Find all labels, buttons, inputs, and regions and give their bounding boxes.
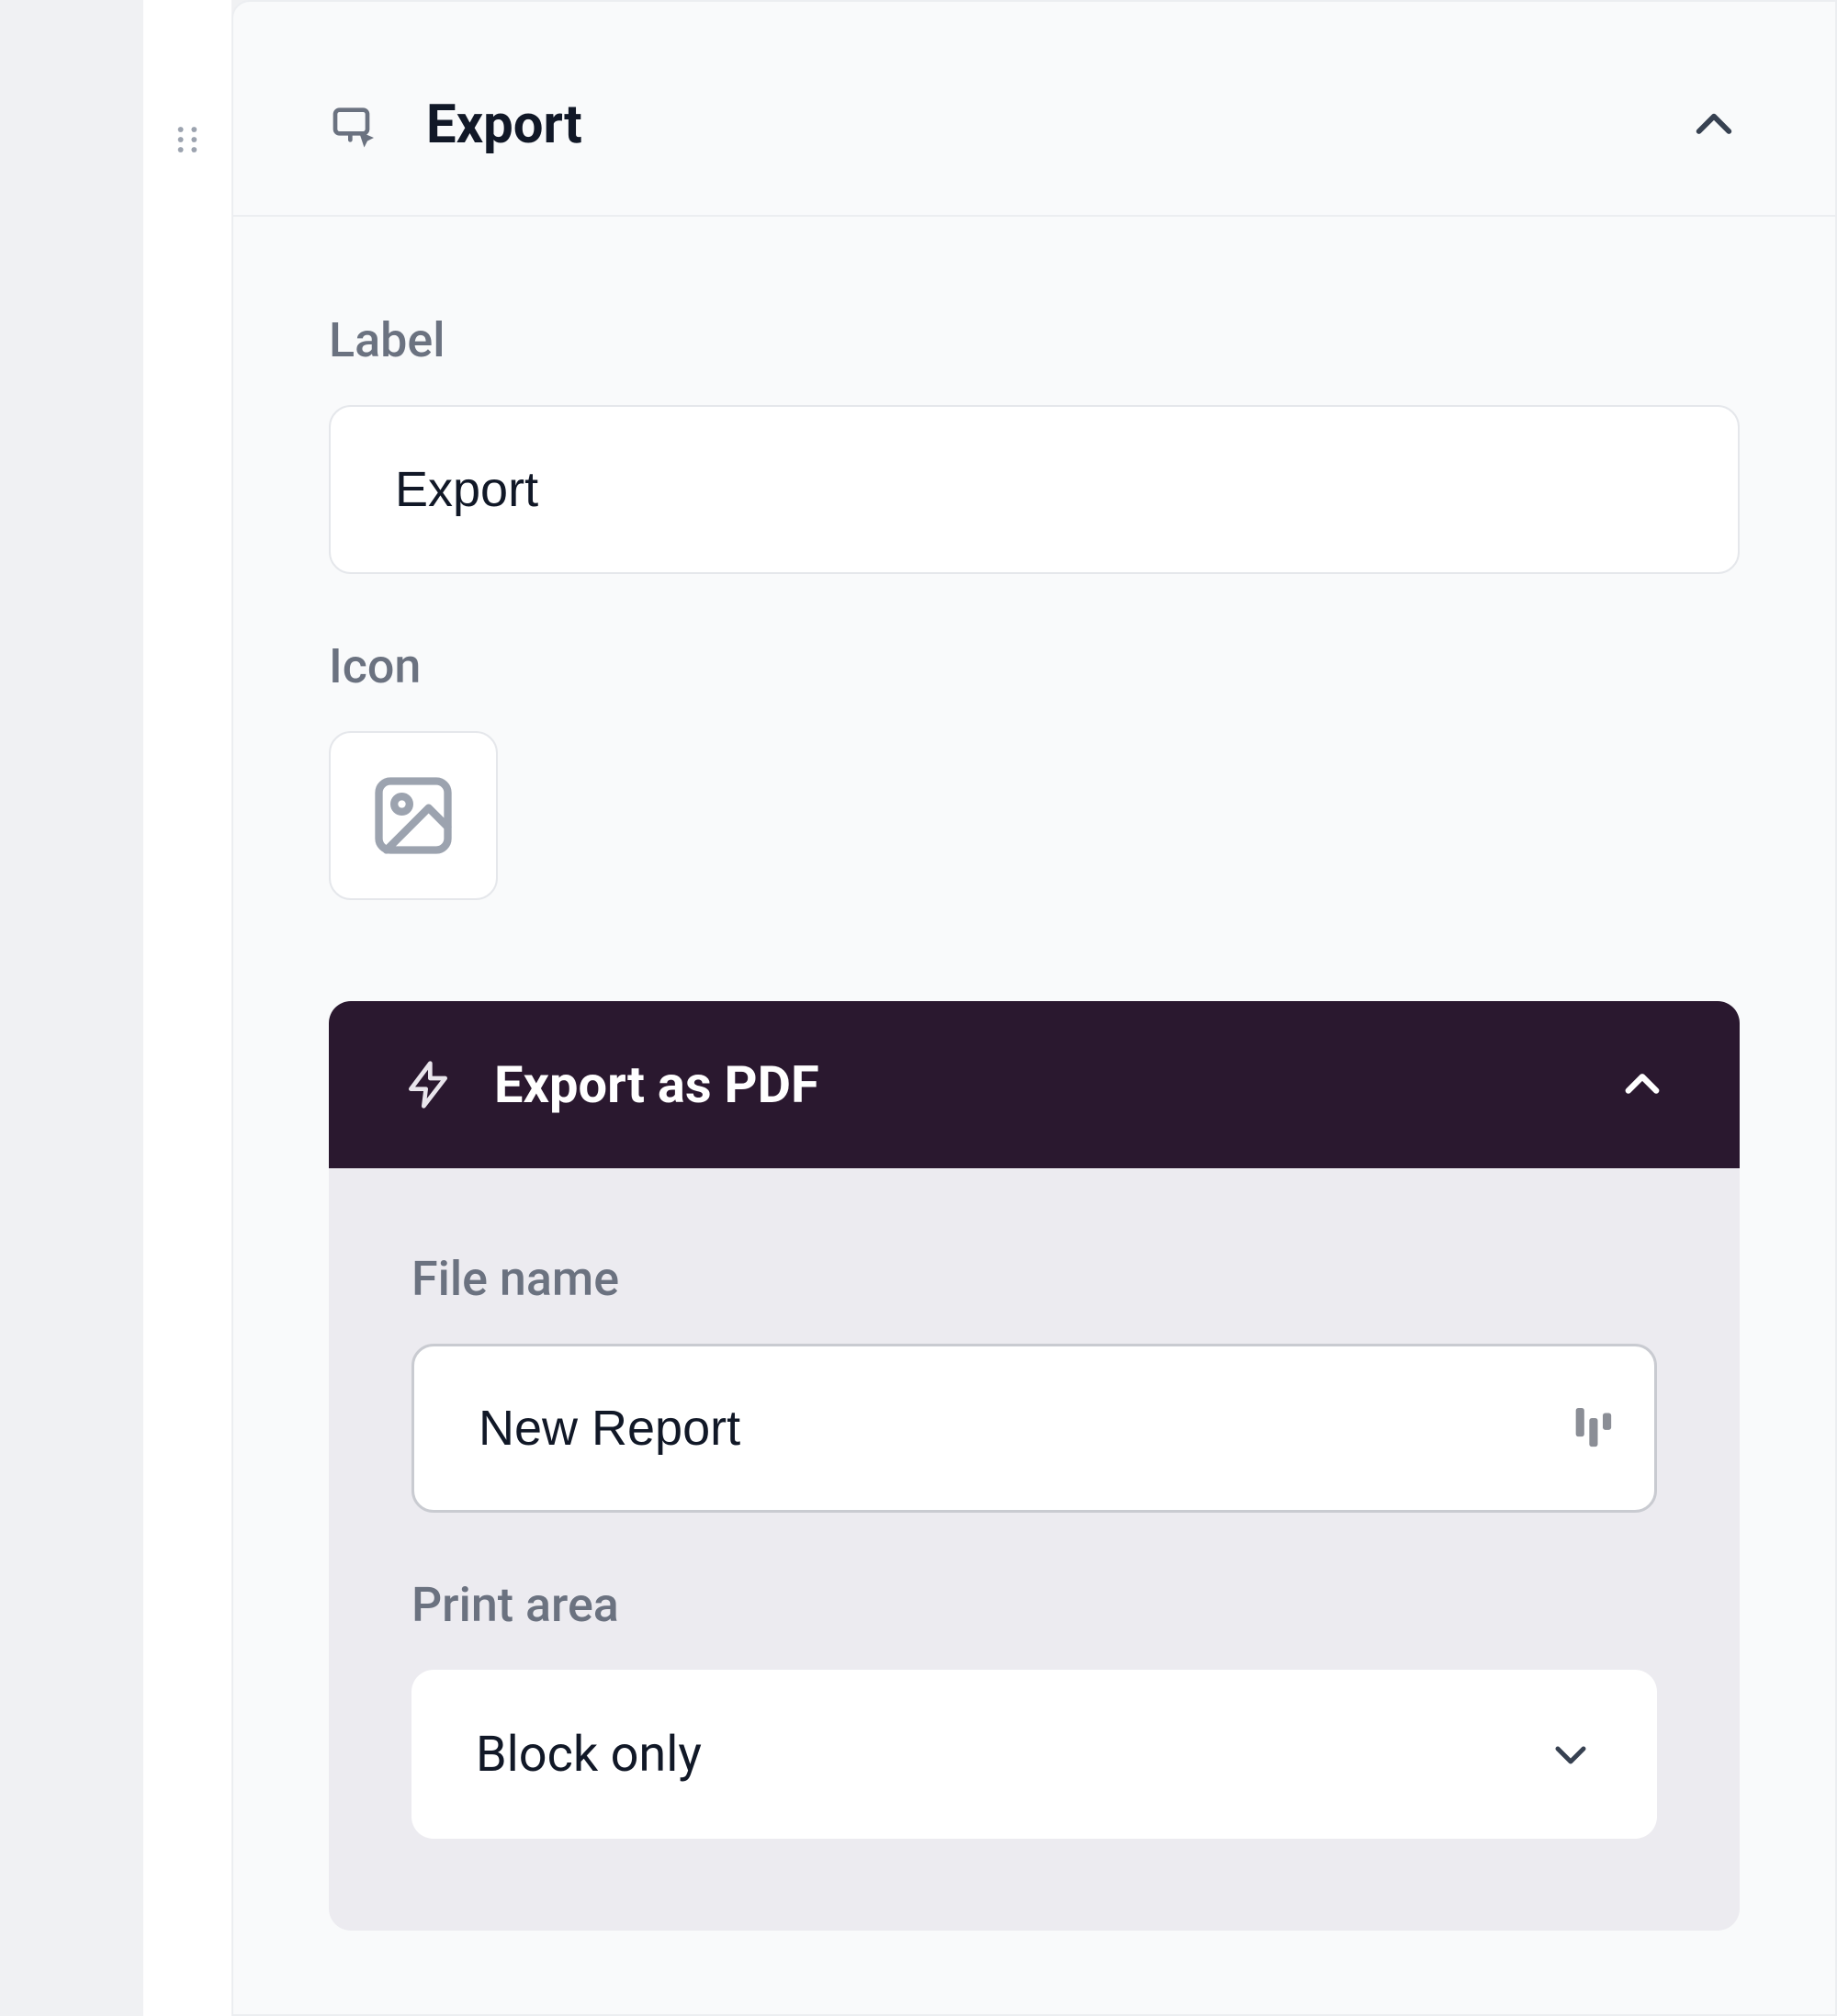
label-field-title: Label (329, 312, 1740, 368)
panel-title: Export (426, 94, 1642, 156)
export-panel: Export Label Icon (231, 0, 1837, 2016)
chevron-up-icon[interactable] (1688, 99, 1740, 151)
action-body: File name (329, 1168, 1740, 1931)
label-field: Label (329, 312, 1740, 574)
filename-field-title: File name (411, 1251, 1657, 1307)
icon-field: Icon (329, 638, 1740, 900)
label-input[interactable] (329, 405, 1740, 574)
left-gutter (0, 0, 143, 2016)
settings-panel-container: Export Label Icon (0, 0, 1837, 2016)
drag-column (143, 0, 231, 2016)
chevron-up-icon[interactable] (1618, 1061, 1666, 1109)
bolt-icon (402, 1059, 454, 1110)
export-pdf-header[interactable]: Export as PDF (329, 1001, 1740, 1168)
print-area-value: Block only (476, 1726, 702, 1784)
icon-field-title: Icon (329, 638, 1740, 694)
export-panel-header[interactable]: Export (233, 2, 1835, 217)
export-pdf-card: Export as PDF File name (329, 1001, 1740, 1931)
drag-handle-icon[interactable] (167, 119, 208, 160)
action-title: Export as PDF (494, 1054, 1578, 1115)
icon-picker[interactable] (329, 731, 498, 900)
print-area-select[interactable]: Block only (411, 1670, 1657, 1839)
cursor-click-icon (329, 99, 380, 151)
panel-body: Label Icon (233, 217, 1835, 1931)
filename-field: File name (411, 1251, 1657, 1513)
insert-variable-icon[interactable] (1572, 1404, 1613, 1452)
chevron-down-icon (1549, 1732, 1593, 1776)
print-area-field-title: Print area (411, 1577, 1657, 1633)
print-area-field: Print area Block only (411, 1577, 1657, 1839)
filename-input[interactable] (411, 1344, 1657, 1513)
image-icon (367, 770, 459, 862)
